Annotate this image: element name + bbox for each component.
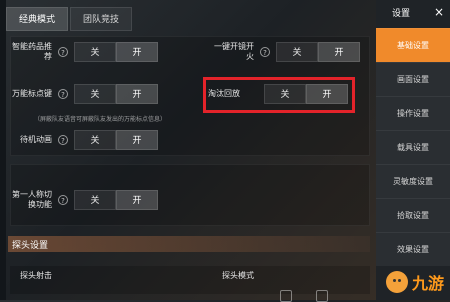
- section-header-bar: [8, 236, 370, 252]
- sidebar-item-graphics-settings[interactable]: 画面设置: [376, 62, 450, 96]
- peek-mode-setting: 探头模式: [212, 271, 254, 281]
- sidebar-item-pickup-settings[interactable]: 拾取设置: [376, 198, 450, 232]
- smart-medicine-toggle: 关 开: [74, 42, 158, 62]
- close-icon[interactable]: ×: [434, 5, 444, 19]
- standby-animation-label: 待机动画: [20, 135, 52, 144]
- standby-animation-off-button[interactable]: 关: [74, 130, 116, 150]
- universal-marker-off-button[interactable]: 关: [74, 84, 116, 104]
- watermark-text: 九游: [411, 274, 444, 293]
- highlight-box: [203, 77, 355, 113]
- one-key-scope-fire-off-button[interactable]: 关: [276, 42, 318, 62]
- standby-animation-setting: 待机动画 ? 关 开: [10, 130, 158, 150]
- help-icon[interactable]: ?: [58, 89, 68, 99]
- bottom-icon: [316, 290, 328, 302]
- section-title: 探头设置: [12, 241, 49, 251]
- standby-animation-toggle: 关 开: [74, 130, 158, 150]
- tab-classic-mode[interactable]: 经典模式: [6, 7, 69, 31]
- mode-tabs: 经典模式 团队竞技: [6, 7, 133, 31]
- first-person-switch-toggle: 关 开: [74, 190, 158, 210]
- universal-marker-setting: 万能标点键 ? 关 开: [10, 84, 158, 104]
- smart-medicine-on-button[interactable]: 开: [116, 42, 158, 62]
- first-person-switch-off-button[interactable]: 关: [74, 190, 116, 210]
- one-key-scope-fire-setting: 一键开镜开火 ? 关 开: [212, 42, 360, 62]
- sidebar-header: 设置 ×: [376, 0, 450, 24]
- help-icon[interactable]: ?: [58, 195, 68, 205]
- watermark: 九游: [385, 270, 444, 294]
- first-person-switch-label: 第一人称切换功能: [12, 190, 52, 209]
- first-person-switch-setting: 第一人称切换功能 ? 关 开: [10, 190, 158, 210]
- sidebar-item-effect-settings[interactable]: 效果设置: [376, 232, 450, 266]
- smart-medicine-setting: 智能药品推荐 ? 关 开: [10, 42, 158, 62]
- left-edge-strip: [0, 0, 6, 300]
- one-key-scope-fire-on-button[interactable]: 开: [318, 42, 360, 62]
- help-icon[interactable]: ?: [260, 47, 270, 57]
- one-key-scope-fire-toggle: 关 开: [276, 42, 360, 62]
- smart-medicine-off-button[interactable]: 关: [74, 42, 116, 62]
- universal-marker-on-button[interactable]: 开: [116, 84, 158, 104]
- peek-fire-label: 探头射击: [20, 271, 52, 280]
- peek-fire-setting: 探头射击: [10, 271, 52, 281]
- tab-team-deathmatch[interactable]: 团队竞技: [70, 7, 133, 31]
- universal-marker-toggle: 关 开: [74, 84, 158, 104]
- mascot-icon: [385, 271, 408, 293]
- standby-animation-on-button[interactable]: 开: [116, 130, 158, 150]
- one-key-scope-fire-label: 一键开镜开火: [214, 42, 254, 61]
- sidebar-item-basic-settings[interactable]: 基础设置: [376, 28, 450, 62]
- universal-marker-label: 万能标点键: [12, 89, 52, 98]
- peek-mode-label: 探头模式: [222, 271, 254, 280]
- bottom-icon: [280, 290, 292, 302]
- sidebar-item-vehicle-settings[interactable]: 载具设置: [376, 130, 450, 164]
- help-icon[interactable]: ?: [58, 135, 68, 145]
- sidebar-title: 设置: [392, 8, 411, 19]
- bottom-icons: [280, 290, 328, 302]
- first-person-switch-on-button[interactable]: 开: [116, 190, 158, 210]
- sidebar-item-sensitivity-settings[interactable]: 灵敏度设置: [376, 164, 450, 198]
- sidebar-item-control-settings[interactable]: 操作设置: [376, 96, 450, 130]
- help-icon[interactable]: ?: [58, 47, 68, 57]
- smart-medicine-label: 智能药品推荐: [12, 42, 52, 61]
- marker-note: （屏蔽队友语音可屏蔽队友发出的万能标点信息）: [34, 116, 167, 123]
